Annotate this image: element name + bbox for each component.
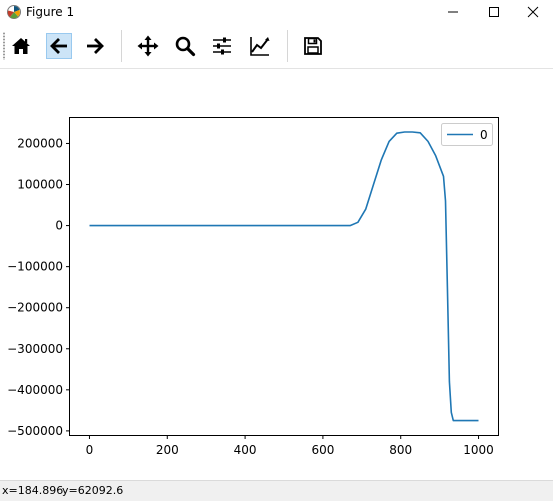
title-bar: Figure 1 bbox=[0, 0, 553, 24]
home-icon bbox=[12, 38, 30, 54]
x-tick-label: 1000 bbox=[463, 443, 494, 457]
y-tick-label: 100000 bbox=[17, 178, 63, 192]
plot-area[interactable]: 0 200 400 600 800 1000 200000 100000 0 −100000 −2… bbox=[0, 69, 553, 479]
x-tick-label: 800 bbox=[389, 443, 412, 457]
legend-label: 0 bbox=[480, 128, 488, 142]
series-layer bbox=[89, 131, 479, 422]
sliders-icon bbox=[213, 37, 231, 55]
y-tick-label: 0 bbox=[55, 219, 63, 233]
matplotlib-icon bbox=[7, 5, 21, 19]
subplots-button[interactable] bbox=[209, 33, 235, 59]
x-tick-label: 400 bbox=[234, 443, 257, 457]
toolbar-grip[interactable] bbox=[3, 32, 5, 60]
back-button[interactable] bbox=[46, 33, 72, 59]
pan-button[interactable] bbox=[135, 33, 161, 59]
y-axis: 200000 100000 0 −100000 −200000 −300000 −40000… bbox=[7, 136, 70, 438]
y-tick-label: −400000 bbox=[7, 383, 63, 397]
zoom-button[interactable] bbox=[172, 33, 198, 59]
move-icon bbox=[137, 35, 159, 57]
x-axis: 0 200 400 600 800 1000 bbox=[86, 435, 494, 457]
maximize-button[interactable] bbox=[474, 0, 514, 24]
chart-edit-icon bbox=[250, 37, 270, 56]
figure-canvas[interactable]: 0 200 400 600 800 1000 200000 100000 0 −100000 −2… bbox=[0, 69, 553, 479]
floppy-disk-icon bbox=[304, 37, 322, 55]
y-tick-label: 200000 bbox=[17, 136, 63, 150]
home-button[interactable] bbox=[8, 33, 34, 59]
x-tick-label: 0 bbox=[86, 443, 94, 457]
arrow-right-icon bbox=[87, 38, 104, 54]
close-button[interactable] bbox=[513, 0, 553, 24]
minimize-icon bbox=[448, 11, 458, 13]
navigation-toolbar bbox=[0, 24, 553, 69]
magnifier-icon bbox=[175, 36, 196, 57]
edit-axes-button[interactable] bbox=[247, 33, 273, 59]
y-tick-label: −200000 bbox=[7, 301, 63, 315]
x-tick-label: 600 bbox=[311, 443, 334, 457]
window-title: Figure 1 bbox=[26, 5, 75, 19]
x-coordinate-readout: x=184.896 bbox=[2, 484, 64, 497]
y-tick-label: −300000 bbox=[7, 342, 63, 356]
y-tick-label: −500000 bbox=[7, 424, 63, 438]
y-tick-label: −100000 bbox=[7, 260, 63, 274]
arrow-left-icon bbox=[50, 38, 67, 54]
legend: 0 bbox=[441, 123, 493, 146]
forward-button[interactable] bbox=[82, 33, 108, 59]
close-icon bbox=[527, 6, 539, 18]
toolbar-separator bbox=[121, 30, 122, 62]
axes-frame bbox=[69, 117, 499, 436]
series-line bbox=[89, 131, 479, 422]
save-button[interactable] bbox=[300, 33, 326, 59]
y-coordinate-readout: y=62092.6 bbox=[62, 484, 124, 497]
x-tick-label: 200 bbox=[156, 443, 179, 457]
status-bar: x=184.896 y=62092.6 bbox=[0, 480, 553, 501]
maximize-icon bbox=[489, 7, 499, 17]
toolbar-separator bbox=[287, 30, 288, 62]
minimize-button[interactable] bbox=[433, 0, 473, 24]
